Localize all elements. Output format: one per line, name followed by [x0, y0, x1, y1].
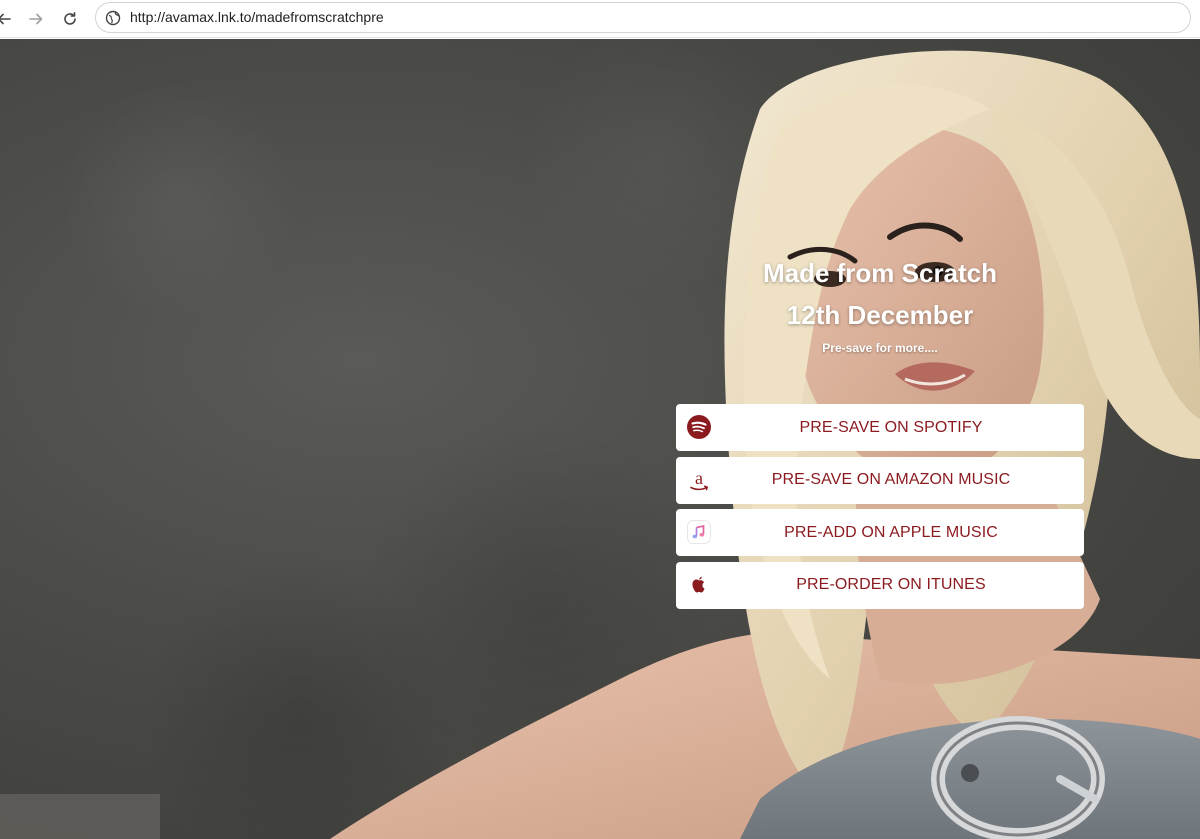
- release-subtitle: Pre-save for more....: [822, 341, 938, 355]
- arrow-left-icon: [0, 13, 11, 25]
- reload-button[interactable]: [58, 7, 82, 31]
- browser-toolbar: http://avamax.lnk.to/madefromscratchpre: [0, 0, 1200, 38]
- forward-button[interactable]: [24, 7, 48, 31]
- itunes-preorder-button[interactable]: PRE-ORDER ON ITUNES: [676, 561, 1084, 609]
- release-date: 12th December: [786, 300, 974, 330]
- service-links: PRE-SAVE ON SPOTIFY a PRE-SAVE ON AMAZON…: [676, 404, 1084, 614]
- apple-music-preadd-label: PRE-ADD ON APPLE MUSIC: [784, 523, 998, 541]
- url-text[interactable]: http://avamax.lnk.to/madefromscratchpre: [130, 3, 384, 32]
- globe-icon: [105, 10, 121, 26]
- reload-icon: [64, 12, 76, 25]
- address-bar[interactable]: http://avamax.lnk.to/madefromscratchpre: [95, 2, 1191, 33]
- svg-text:a: a: [695, 468, 703, 488]
- amazon-icon: a: [686, 467, 712, 493]
- spotify-presave-button[interactable]: PRE-SAVE ON SPOTIFY: [676, 404, 1084, 451]
- release-title: Made from Scratch: [762, 258, 998, 288]
- itunes-preorder-label: PRE-ORDER ON ITUNES: [796, 576, 986, 593]
- spotify-presave-label: PRE-SAVE ON SPOTIFY: [799, 418, 983, 436]
- spotify-icon: [686, 414, 712, 440]
- apple-music-icon: [686, 519, 712, 545]
- amazon-presave-label: PRE-SAVE ON AMAZON MUSIC: [771, 471, 1011, 488]
- apple-music-preadd-button[interactable]: PRE-ADD ON APPLE MUSIC: [676, 509, 1084, 556]
- back-button[interactable]: [0, 7, 16, 31]
- apple-icon: [686, 572, 712, 598]
- arrow-right-icon: [29, 13, 43, 25]
- landing-page: Made from Scratch 12th December Pre-save…: [0, 39, 1200, 839]
- amazon-presave-button[interactable]: a PRE-SAVE ON AMAZON MUSIC: [676, 456, 1084, 504]
